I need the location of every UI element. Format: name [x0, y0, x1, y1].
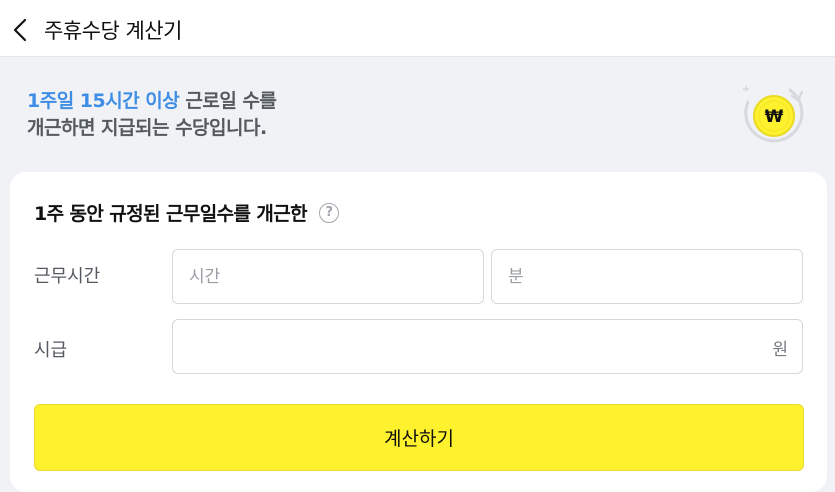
help-icon[interactable]: ? — [319, 202, 340, 223]
coin-symbol: ₩ — [765, 107, 784, 127]
hours-input[interactable] — [173, 266, 483, 287]
banner-line-2: 개근하면 지급되는 수당입니다. — [27, 117, 267, 139]
minutes-input[interactable] — [492, 266, 802, 287]
back-button[interactable] — [6, 16, 34, 44]
wage-label: 시급 — [34, 340, 68, 361]
form-title: 1주 동안 규정된 근무일수를 개근한 — [34, 203, 308, 225]
wage-field: 원 — [172, 319, 803, 374]
chevron-left-icon — [13, 18, 27, 42]
banner-line-1: 1주일 15시간 이상 근로일 수를 — [27, 88, 277, 115]
hours-field — [172, 249, 484, 304]
form-title-row: 1주 동안 규정된 근무일수를 개근한 ? — [34, 199, 340, 226]
wage-input[interactable] — [173, 336, 802, 357]
calculator-card: 1주 동안 규정된 근무일수를 개근한 ? 근무시간 시급 원 계산하기 — [10, 172, 827, 492]
calculate-button[interactable]: 계산하기 — [34, 404, 804, 471]
banner-line-1-rest: 근로일 수를 — [179, 90, 277, 112]
page-title: 주휴수당 계산기 — [44, 19, 182, 43]
minutes-field — [491, 249, 803, 304]
banner-highlight: 1주일 15시간 이상 — [27, 90, 180, 112]
banner-description: 1주일 15시간 이상 근로일 수를 개근하면 지급되는 수당입니다. — [27, 88, 277, 142]
wage-unit: 원 — [772, 340, 788, 360]
app-header: 주휴수당 계산기 — [0, 0, 835, 57]
work-time-label: 근무시간 — [34, 266, 101, 287]
won-coin-icon: ₩ — [740, 80, 806, 146]
